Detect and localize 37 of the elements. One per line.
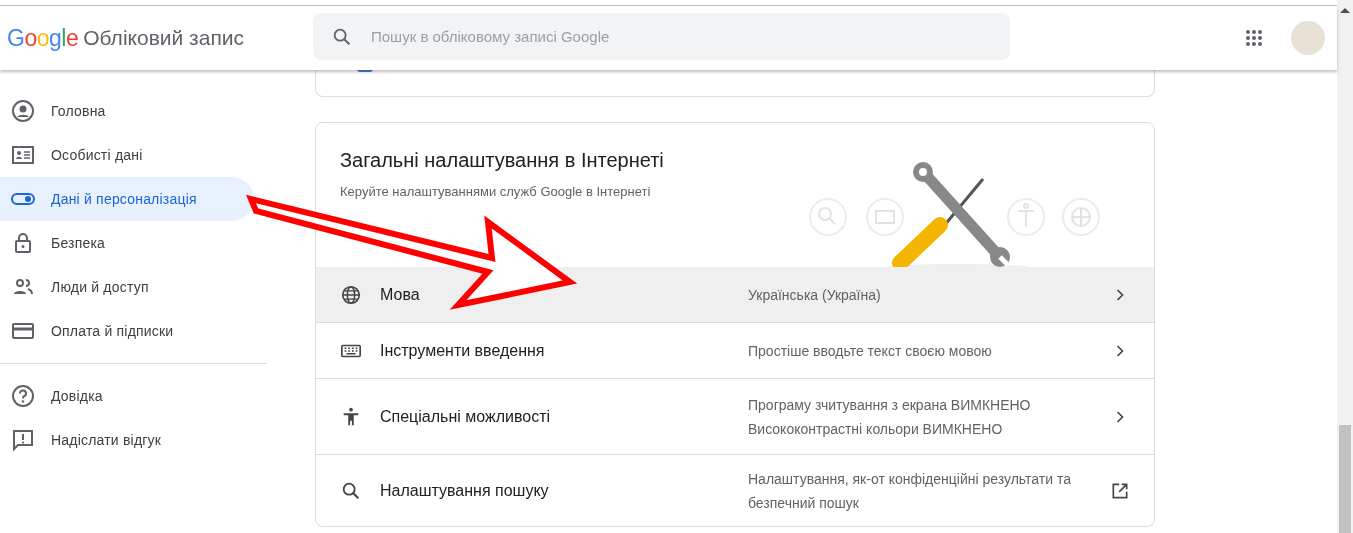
- scroll-up-icon[interactable]: [1340, 8, 1350, 13]
- help-icon: [11, 384, 35, 408]
- row-value: Програму зчитування з екрана ВИМКНЕНО: [748, 395, 1032, 415]
- row-value: Висококонтрастні кольори ВИМКНЕНО: [748, 419, 1004, 439]
- sidebar-item[interactable]: Особисті дані: [0, 133, 254, 177]
- google-logo[interactable]: Google: [7, 24, 79, 52]
- settings-row[interactable]: Мова Українська (Україна): [316, 267, 1154, 322]
- user-circle-icon: [11, 99, 35, 123]
- sidebar-item[interactable]: Довідка: [0, 374, 254, 418]
- avatar[interactable]: [1291, 21, 1325, 55]
- row-label: Спеціальні можливості: [379, 407, 552, 426]
- sidebar-item[interactable]: Оплата й підписки: [0, 309, 254, 353]
- row-value: Простіше вводьте текст своєю мовою: [748, 341, 993, 361]
- sidebar-item[interactable]: Надіслати відгук: [0, 418, 254, 462]
- settings-row[interactable]: Налаштування пошуку Налаштування, як-от конфіденційні результати та безпечний пошук: [316, 454, 1154, 526]
- row-label: Мова: [379, 285, 421, 304]
- app-title: Обліковий запис: [83, 26, 244, 50]
- scrollbar[interactable]: [1337, 0, 1353, 533]
- row-value: Українська (Україна): [748, 285, 882, 305]
- sidebar-item[interactable]: Дані й персоналізація: [0, 177, 254, 221]
- row-value: Налаштування, як-от конфіденційні результати та безпечний пошук: [748, 469, 1072, 513]
- card-title: Загальні налаштування в Інтернеті: [340, 149, 664, 172]
- search-bar[interactable]: Пошук в обліковому записі Google: [313, 13, 1010, 60]
- sidebar-item[interactable]: Люди й доступ: [0, 265, 254, 309]
- card-subtitle: Керуйте налаштуваннями служб Google в Інтернеті: [340, 184, 652, 199]
- globe-icon: [340, 283, 362, 306]
- id-card-icon: [11, 143, 35, 167]
- scrollbar-thumb[interactable]: [1339, 425, 1351, 533]
- settings-row[interactable]: Інструменти введення Простіше вводьте текст своєю мовою: [316, 322, 1154, 378]
- feedback-icon: [11, 428, 35, 452]
- row-label: Інструменти введення: [379, 341, 546, 360]
- settings-row[interactable]: Спеціальні можливості Програму зчитування з екрана ВИМКНЕНО Висококонтрастні кольори ВИМКНЕНО: [316, 378, 1154, 454]
- apps-grid-icon[interactable]: [1245, 29, 1263, 47]
- row-label: Налаштування пошуку: [379, 481, 550, 500]
- sidebar-item[interactable]: Головна: [0, 89, 254, 133]
- sidebar-item[interactable]: Безпека: [0, 221, 254, 265]
- search-input[interactable]: Пошук в обліковому записі Google: [369, 27, 1010, 46]
